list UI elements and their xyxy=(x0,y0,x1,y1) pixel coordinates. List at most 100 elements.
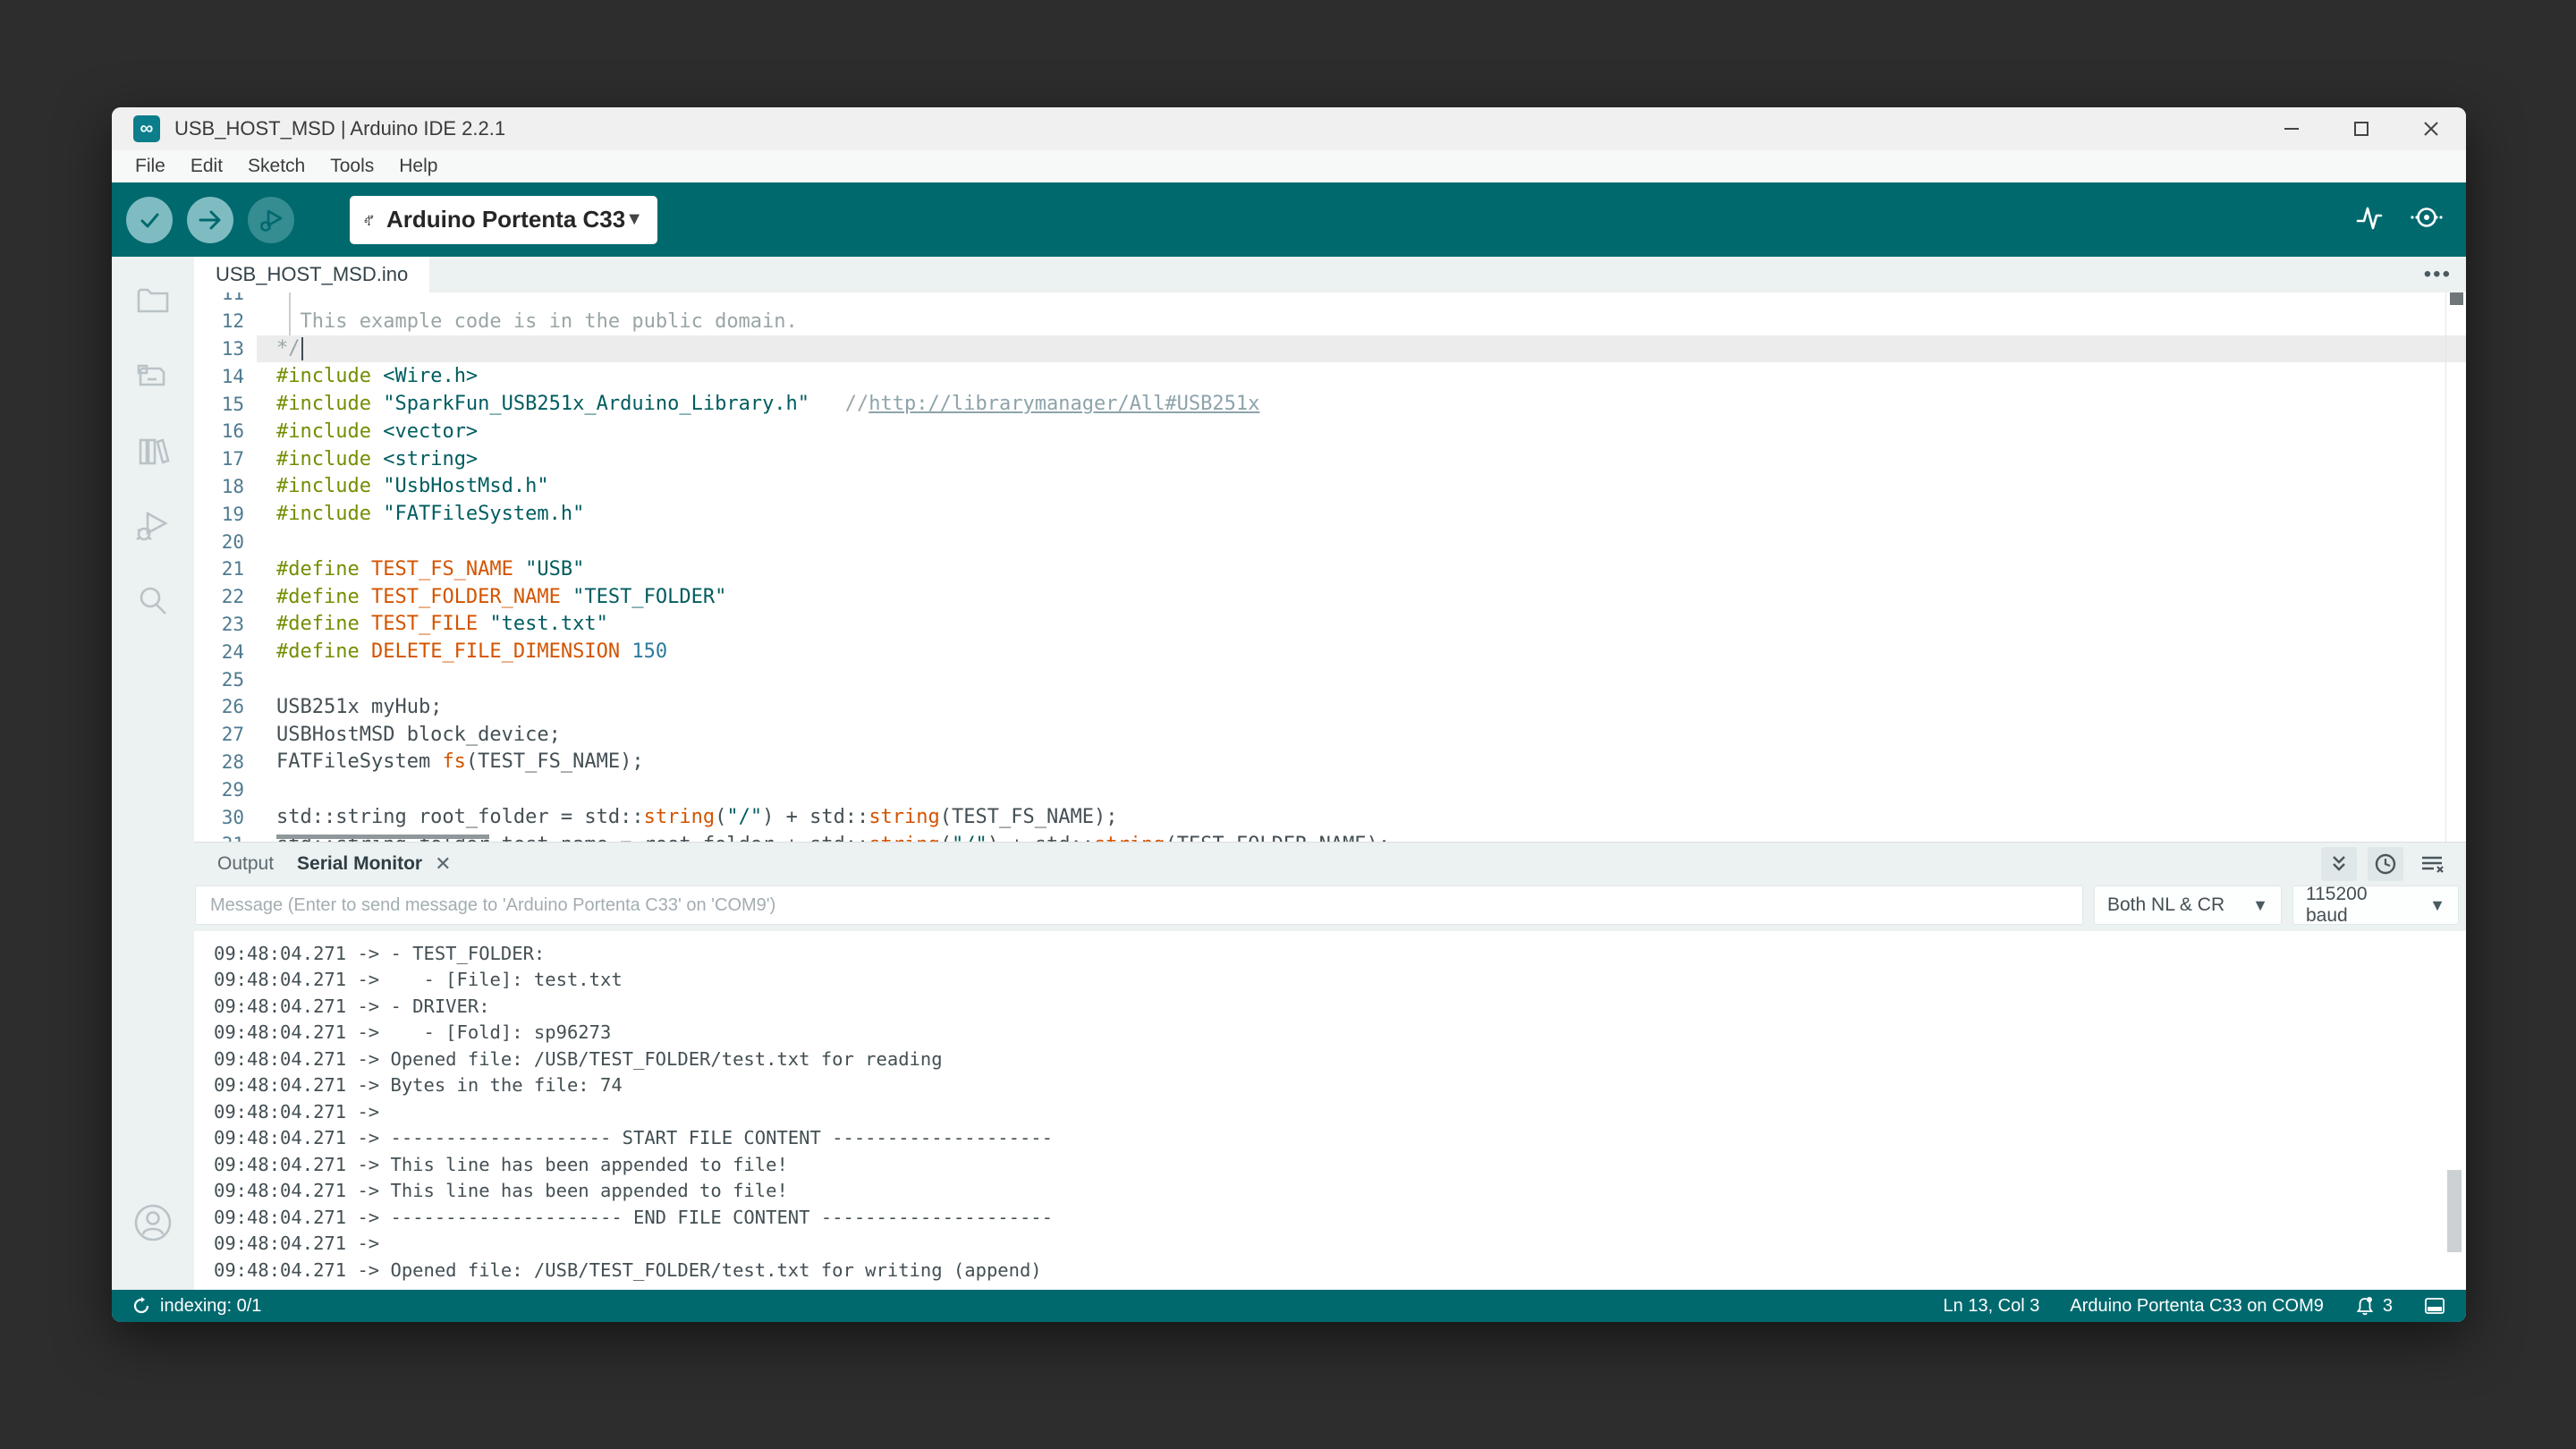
code-line[interactable]: 15#include "SparkFun_USB251x_Arduino_Lib… xyxy=(194,390,2466,418)
sketchbook-button[interactable] xyxy=(132,280,174,321)
serial-monitor-button[interactable] xyxy=(2409,201,2445,238)
code-line[interactable]: 11 xyxy=(194,292,2466,308)
title-bar[interactable]: ∞ USB_HOST_MSD | Arduino IDE 2.2.1 xyxy=(112,107,2466,150)
serial-plotter-button[interactable] xyxy=(2353,201,2385,238)
serial-line: 09:48:04.271 -> - DRIVER: xyxy=(214,993,2466,1020)
code-editor[interactable]: 11 12 This example code is in the public … xyxy=(194,292,2466,842)
code-line[interactable]: 27USBHostMSD block_device; xyxy=(194,721,2466,749)
line-number: 23 xyxy=(194,614,257,635)
code-line[interactable]: 20 xyxy=(194,528,2466,555)
code-content: USB251x myHub; xyxy=(257,693,2466,721)
menu-item-edit[interactable]: Edit xyxy=(178,156,235,177)
code-line[interactable]: 21#define TEST_FS_NAME "USB" xyxy=(194,555,2466,583)
code-token xyxy=(371,393,383,415)
code-token: fs xyxy=(442,750,466,773)
code-line[interactable]: 19#include "FATFileSystem.h" xyxy=(194,500,2466,528)
code-token: "UsbHostMsd.h" xyxy=(383,475,548,497)
code-token: ( xyxy=(715,806,726,828)
baud-rate-select[interactable]: 115200 baud ▼ xyxy=(2292,886,2459,925)
tab-serial-monitor[interactable]: Serial Monitor ✕ xyxy=(297,852,451,876)
clear-output-button[interactable] xyxy=(2414,847,2450,881)
code-line[interactable]: 24#define DELETE_FILE_DIMENSION 150 xyxy=(194,638,2466,665)
editor-hscrollbar-thumb[interactable] xyxy=(276,835,489,839)
menu-item-tools[interactable]: Tools xyxy=(318,156,386,177)
code-line[interactable]: 22#define TEST_FOLDER_NAME "TEST_FOLDER" xyxy=(194,583,2466,611)
cursor-position[interactable]: Ln 13, Col 3 xyxy=(1944,1296,2040,1317)
code-token: #include xyxy=(276,448,371,470)
code-line[interactable]: 29 xyxy=(194,775,2466,803)
code-token: "test.txt" xyxy=(489,613,607,635)
line-number: 30 xyxy=(194,807,257,828)
baud-rate-value: 115200 baud xyxy=(2306,884,2413,927)
code-line[interactable]: 14#include <Wire.h> xyxy=(194,362,2466,390)
status-bar: indexing: 0/1 Ln 13, Col 3 Arduino Porte… xyxy=(112,1290,2466,1322)
line-number: 19 xyxy=(194,504,257,525)
chevron-down-icon: ▼ xyxy=(625,209,643,230)
code-line[interactable]: 31std::string folder_test_name = root_fo… xyxy=(194,831,2466,842)
board-port-status[interactable]: Arduino Portenta C33 on COM9 xyxy=(2070,1296,2324,1317)
code-line[interactable]: 26USB251x myHub; xyxy=(194,693,2466,721)
boards-manager-button[interactable] xyxy=(132,355,174,396)
debug-panel-button[interactable] xyxy=(132,505,174,547)
code-token: "/" xyxy=(952,834,987,842)
serial-input-row: Message (Enter to send message to 'Ardui… xyxy=(194,885,2466,931)
minimize-button[interactable] xyxy=(2257,107,2326,150)
line-ending-select[interactable]: Both NL & CR ▼ xyxy=(2094,886,2282,925)
line-number: 28 xyxy=(194,751,257,773)
menu-item-file[interactable]: File xyxy=(123,156,178,177)
code-token xyxy=(360,640,371,663)
indent-guide xyxy=(289,292,291,308)
close-button[interactable] xyxy=(2396,107,2466,150)
serial-message-input[interactable]: Message (Enter to send message to 'Ardui… xyxy=(195,886,2083,925)
debug-button[interactable] xyxy=(248,197,294,243)
code-line[interactable]: 18#include "UsbHostMsd.h" xyxy=(194,473,2466,501)
code-line[interactable]: 23#define TEST_FILE "test.txt" xyxy=(194,611,2466,639)
verify-button[interactable] xyxy=(126,197,173,243)
code-token: ) + std:: xyxy=(987,834,1094,842)
serial-scrollbar-thumb[interactable] xyxy=(2447,1170,2462,1252)
code-content xyxy=(257,292,2466,308)
code-line[interactable]: 13*/ xyxy=(194,335,2466,363)
line-number: 25 xyxy=(194,669,257,691)
search-button[interactable] xyxy=(132,580,174,622)
serial-line: 09:48:04.271 -> This line has been appen… xyxy=(214,1151,2466,1178)
more-actions-icon[interactable]: ••• xyxy=(2424,257,2452,292)
editor-scrollbar-track[interactable] xyxy=(2445,292,2446,842)
indexing-status: indexing: 0/1 xyxy=(160,1296,261,1317)
library-manager-button[interactable] xyxy=(132,430,174,471)
notifications-button[interactable]: 3 xyxy=(2354,1295,2393,1317)
code-token: USBHostMSD block_device; xyxy=(276,724,561,746)
account-button[interactable] xyxy=(132,1202,174,1243)
code-token xyxy=(371,365,383,387)
board-icon xyxy=(133,356,173,395)
collapse-panel-button[interactable] xyxy=(2321,847,2357,881)
code-token: std::string root_folder = std:: xyxy=(276,806,644,828)
board-selector[interactable]: Arduino Portenta C33 ▼ xyxy=(350,196,657,244)
serial-monitor-tab-label: Serial Monitor xyxy=(297,853,422,875)
double-chevron-down-icon xyxy=(2327,852,2351,876)
serial-output[interactable]: 09:48:04.271 -> - TEST_FOLDER:09:48:04.2… xyxy=(194,931,2466,1290)
editor-scrollbar-thumb[interactable] xyxy=(2450,292,2463,305)
code-line[interactable]: 16#include <vector> xyxy=(194,418,2466,445)
code-line[interactable]: 12 This example code is in the public do… xyxy=(194,308,2466,335)
upload-button[interactable] xyxy=(187,197,233,243)
line-number: 16 xyxy=(194,420,257,442)
code-line[interactable]: 28FATFileSystem fs(TEST_FS_NAME); xyxy=(194,749,2466,776)
line-number: 22 xyxy=(194,586,257,607)
line-number: 29 xyxy=(194,779,257,801)
serial-line: 09:48:04.271 -> This line has been appen… xyxy=(214,1178,2466,1205)
code-line[interactable]: 30std::string root_folder = std::string(… xyxy=(194,803,2466,831)
code-line[interactable]: 17#include <string> xyxy=(194,445,2466,473)
toggle-panel-button[interactable] xyxy=(2423,1295,2446,1317)
code-token: // xyxy=(845,393,869,415)
tab-output[interactable]: Output xyxy=(217,853,274,875)
maximize-button[interactable] xyxy=(2326,107,2396,150)
code-line[interactable]: 25 xyxy=(194,665,2466,693)
menu-item-sketch[interactable]: Sketch xyxy=(235,156,318,177)
line-number: 11 xyxy=(194,292,257,304)
timestamp-toggle-button[interactable] xyxy=(2368,847,2403,881)
menu-item-help[interactable]: Help xyxy=(386,156,450,177)
close-tab-icon[interactable]: ✕ xyxy=(435,852,451,876)
serial-line: 09:48:04.271 -> - [File]: test.txt xyxy=(214,967,2466,994)
tab-usb-host-msd[interactable]: USB_HOST_MSD.ino xyxy=(194,257,429,292)
